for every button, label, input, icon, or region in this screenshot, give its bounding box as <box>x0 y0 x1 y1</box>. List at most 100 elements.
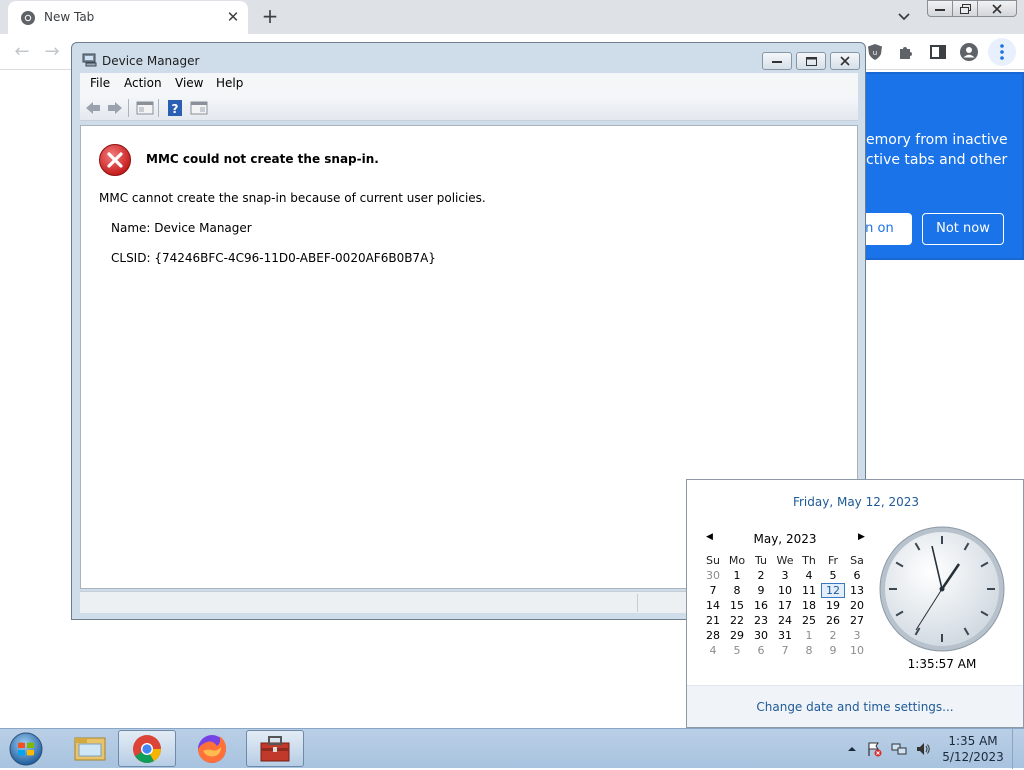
extensions-puzzle-icon[interactable] <box>896 42 916 62</box>
minimize-button[interactable] <box>927 0 953 17</box>
calendar-day[interactable]: 22 <box>725 613 749 628</box>
calendar-day[interactable]: 2 <box>749 568 773 583</box>
tab-search-chevron-icon[interactable] <box>894 8 914 26</box>
calendar-day[interactable]: 13 <box>845 583 869 598</box>
tab-new-tab[interactable]: New Tab ✕ <box>8 1 248 34</box>
back-arrow-icon[interactable] <box>84 100 102 116</box>
taskbar-windows-explorer[interactable] <box>61 730 119 767</box>
calendar-day[interactable]: 3 <box>773 568 797 583</box>
tab-close-icon[interactable]: ✕ <box>224 8 242 26</box>
calendar-day[interactable]: 18 <box>797 598 821 613</box>
calendar-day[interactable]: 28 <box>701 628 725 643</box>
date-time-flyout: Friday, May 12, 2023 ◀ May, 2023 ▶ Su Mo… <box>686 479 1024 728</box>
calendar-day[interactable]: 9 <box>821 643 845 658</box>
show-desktop-button[interactable] <box>1012 729 1024 769</box>
calendar-day[interactable]: 5 <box>821 568 845 583</box>
calendar-day[interactable]: 7 <box>701 583 725 598</box>
side-panel-icon[interactable] <box>928 42 948 62</box>
calendar-day[interactable]: 16 <box>749 598 773 613</box>
calendar-day[interactable]: 21 <box>701 613 725 628</box>
next-month-icon[interactable]: ▶ <box>858 532 865 542</box>
calendar-day[interactable]: 8 <box>797 643 821 658</box>
dm-maximize-button[interactable] <box>796 52 826 70</box>
menu-view[interactable]: View <box>175 76 203 90</box>
calendar-week: 4 5 6 7 8 9 10 <box>701 643 871 658</box>
calendar-day[interactable]: 4 <box>701 643 725 658</box>
calendar-day[interactable]: 2 <box>821 628 845 643</box>
taskbar-date: 5/12/2023 <box>942 750 1004 764</box>
calendar-day[interactable]: 30 <box>749 628 773 643</box>
forward-arrow-icon[interactable]: → <box>42 42 62 62</box>
calendar-day[interactable]: 1 <box>725 568 749 583</box>
weekday-label: Tu <box>754 554 768 567</box>
show-action-pane-icon[interactable] <box>190 100 208 116</box>
help-icon[interactable]: ? <box>166 100 184 116</box>
calendar-day[interactable]: 8 <box>725 583 749 598</box>
network-icon[interactable] <box>891 741 907 757</box>
calendar-day[interactable]: 15 <box>725 598 749 613</box>
taskbar-time: 1:35 AM <box>948 734 998 748</box>
menu-file[interactable]: File <box>90 76 110 90</box>
calendar-day[interactable]: 31 <box>773 628 797 643</box>
calendar-day[interactable]: 6 <box>749 643 773 658</box>
dm-titlebar[interactable]: Device Manager <box>72 43 865 75</box>
taskbar-google-chrome[interactable] <box>118 730 176 767</box>
calendar-day[interactable]: 24 <box>773 613 797 628</box>
calendar-month-label[interactable]: May, 2023 <box>731 532 839 546</box>
taskbar-firefox[interactable] <box>183 730 241 767</box>
chrome-tab-strip: New Tab ✕ + <box>0 0 1024 34</box>
forward-arrow-icon[interactable] <box>106 100 124 116</box>
dm-window-controls <box>758 52 860 70</box>
calendar-day[interactable]: 10 <box>845 643 869 658</box>
toolbar-separator <box>128 99 129 117</box>
dm-minimize-button[interactable] <box>762 52 792 70</box>
show-hide-console-tree-icon[interactable] <box>136 100 154 116</box>
calendar-day[interactable]: 29 <box>725 628 749 643</box>
calendar-day[interactable]: 26 <box>821 613 845 628</box>
calendar-day[interactable]: 11 <box>797 583 821 598</box>
not-now-button[interactable]: Not now <box>922 213 1004 245</box>
restore-button[interactable] <box>952 0 978 17</box>
promo-text: emory from inactive ctive tabs and other <box>866 130 1024 170</box>
calendar-day[interactable]: 20 <box>845 598 869 613</box>
calendar-day[interactable]: 9 <box>749 583 773 598</box>
chrome-menu-button[interactable] <box>988 38 1016 66</box>
calendar-day[interactable]: 17 <box>773 598 797 613</box>
calendar-day[interactable]: 10 <box>773 583 797 598</box>
taskbar-clock[interactable]: 1:35 AM 5/12/2023 <box>942 733 1004 765</box>
calendar-day-today[interactable]: 12 <box>821 583 845 598</box>
calendar-day[interactable]: 25 <box>797 613 821 628</box>
show-hidden-icons-chevron-icon[interactable] <box>844 741 860 757</box>
error-clsid-line: CLSID: {74246BFC-4C96-11D0-ABEF-0020AF6B… <box>111 251 436 265</box>
calendar-day[interactable]: 4 <box>797 568 821 583</box>
volume-speaker-icon[interactable] <box>915 741 931 757</box>
action-center-flag-icon[interactable] <box>866 741 882 757</box>
calendar-full-date-link[interactable]: Friday, May 12, 2023 <box>687 495 1024 509</box>
calendar-day[interactable]: 6 <box>845 568 869 583</box>
menu-action[interactable]: Action <box>124 76 162 90</box>
error-title: MMC could not create the snap-in. <box>146 152 379 166</box>
change-date-time-settings-link[interactable]: Change date and time settings... <box>687 700 1023 714</box>
calendar-day[interactable]: 1 <box>797 628 821 643</box>
calendar-day[interactable]: 5 <box>725 643 749 658</box>
new-tab-button[interactable]: + <box>258 5 282 29</box>
calendar-day[interactable]: 7 <box>773 643 797 658</box>
calendar-day[interactable]: 23 <box>749 613 773 628</box>
calendar-day[interactable]: 19 <box>821 598 845 613</box>
calendar-day[interactable]: 30 <box>701 568 725 583</box>
dm-close-button[interactable] <box>830 52 860 70</box>
turn-on-button[interactable]: rn on <box>860 213 912 245</box>
calendar-day[interactable]: 14 <box>701 598 725 613</box>
profile-avatar-icon[interactable] <box>959 42 979 62</box>
calendar-day[interactable]: 27 <box>845 613 869 628</box>
calendar-day[interactable]: 3 <box>845 628 869 643</box>
ublock-shield-icon[interactable]: u <box>865 42 885 62</box>
windows-start-icon[interactable] <box>6 731 46 767</box>
window-controls <box>927 0 1017 18</box>
previous-month-icon[interactable]: ◀ <box>706 532 713 542</box>
taskbar-toolbox[interactable] <box>246 730 304 767</box>
close-button[interactable] <box>977 0 1017 17</box>
google-chrome-icon <box>133 735 161 763</box>
back-arrow-icon[interactable]: ← <box>12 42 32 62</box>
menu-help[interactable]: Help <box>216 76 243 90</box>
